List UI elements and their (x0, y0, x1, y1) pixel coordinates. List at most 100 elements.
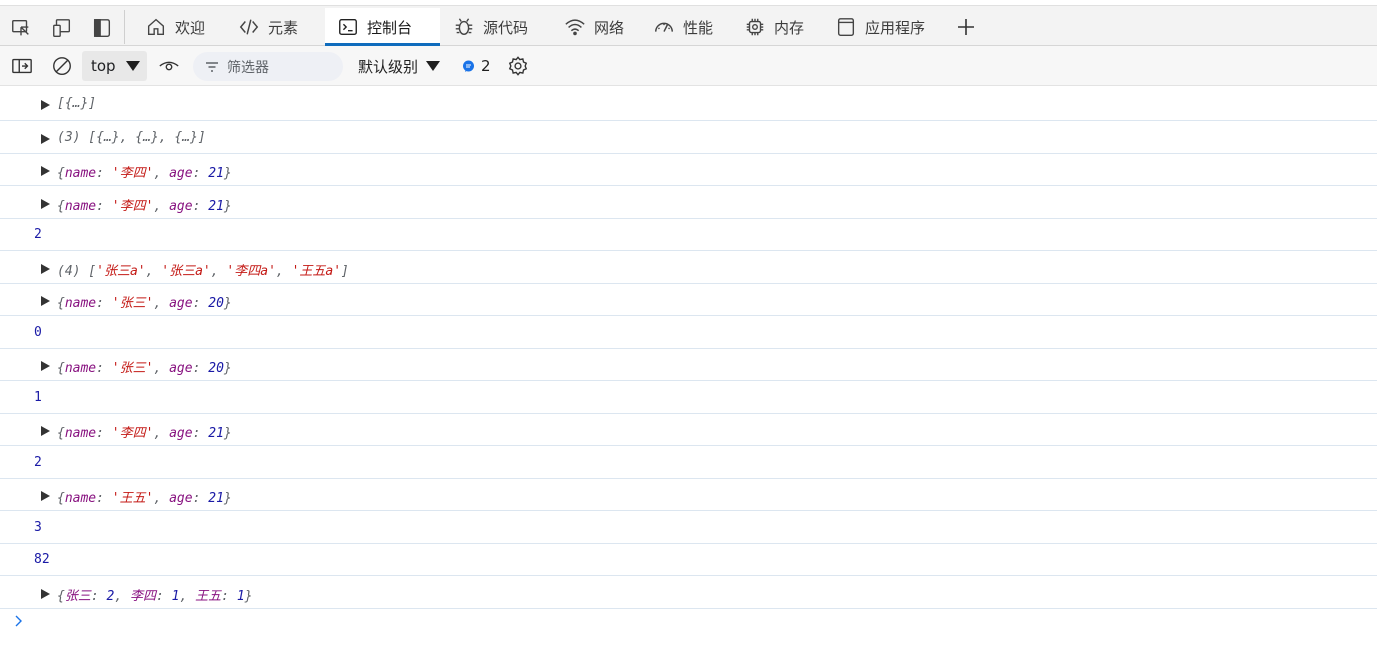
console-token: , (153, 361, 170, 376)
console-log-number: 82 (0, 544, 1377, 576)
console-log-object[interactable]: {name: '李四', age: 21} (0, 154, 1377, 186)
console-token: : (192, 491, 209, 506)
console-log-object[interactable]: (3) [{…}, {…}, {…}] (0, 121, 1377, 154)
expand-arrow-icon[interactable] (41, 491, 50, 501)
toggle-sidebar-icon[interactable] (10, 54, 34, 78)
console-log-object[interactable]: {name: '李四', age: 21} (0, 414, 1377, 446)
console-log-text: {name: '王五', age: 21} (57, 487, 232, 506)
inspect-element-icon[interactable] (9, 16, 33, 40)
console-token: '李四' (111, 426, 154, 441)
console-token: { (57, 166, 65, 181)
tab-network-label: 网络 (594, 18, 625, 37)
expand-arrow-icon[interactable] (41, 166, 50, 176)
console-log-text: {张三: 2, 李四: 1, 王五: 1} (57, 585, 252, 604)
console-token: ] (341, 264, 349, 279)
console-token: : (192, 166, 209, 181)
tab-sources[interactable]: 源代码 (441, 8, 551, 46)
console-settings-icon[interactable] (506, 54, 530, 78)
console-token: { (57, 296, 65, 311)
issues-count: 2 (481, 57, 491, 75)
log-levels-label: 默认级别 (358, 57, 419, 76)
clear-console-icon[interactable] (50, 54, 74, 78)
caret-down-icon (125, 61, 140, 71)
console-token: } (223, 166, 232, 181)
console-messages: [{…}] (3) [{…}, {…}, {…}] {name: '李四', age… (0, 86, 1377, 609)
console-log-text: {name: '李四', age: 21} (57, 162, 232, 181)
console-token: : (96, 361, 112, 376)
tab-application[interactable]: 应用程序 (823, 8, 941, 46)
tab-elements-label: 元素 (268, 18, 299, 37)
tab-welcome[interactable]: 欢迎 (133, 8, 225, 46)
console-log-text: {name: '李四', age: 21} (57, 422, 232, 441)
tab-performance[interactable]: 性能 (641, 8, 729, 46)
console-number-value: 2 (34, 227, 42, 242)
console-token: } (223, 296, 232, 311)
console-log-object[interactable]: {张三: 2, 李四: 1, 王五: 1} (0, 576, 1377, 609)
console-log-object[interactable]: [{…}] (0, 86, 1377, 121)
console-log-object[interactable]: {name: '李四', age: 21} (0, 186, 1377, 219)
console-token: name (64, 296, 97, 311)
console-token: } (223, 426, 232, 441)
filter-input[interactable]: 筛选器 (193, 52, 343, 81)
expand-arrow-icon[interactable] (41, 296, 50, 306)
log-levels-dropdown[interactable]: 默认级别 (358, 54, 441, 78)
context-selector-label: top (91, 57, 116, 75)
console-token: '王五' (111, 491, 154, 506)
console-number-value: 3 (34, 520, 42, 535)
filter-placeholder: 筛选器 (227, 59, 269, 76)
expand-arrow-icon[interactable] (41, 264, 50, 274)
console-number-value: 1 (34, 390, 42, 405)
bug-icon (455, 18, 473, 36)
console-token: : (96, 166, 112, 181)
expand-arrow-icon[interactable] (41, 199, 50, 209)
context-selector[interactable]: top (82, 51, 147, 81)
console-token: , (145, 264, 162, 279)
live-expression-eye-icon[interactable] (157, 54, 181, 78)
tab-console-label: 控制台 (367, 18, 413, 37)
expand-arrow-icon[interactable] (41, 361, 50, 371)
console-token: age (169, 199, 193, 214)
console-token: age (169, 296, 193, 311)
add-tab-icon[interactable] (954, 15, 978, 39)
tab-elements[interactable]: 元素 (226, 8, 321, 46)
expand-arrow-icon[interactable] (41, 100, 50, 110)
console-token: name (64, 361, 97, 376)
console-log-object[interactable]: {name: '张三', age: 20} (0, 349, 1377, 381)
dock-side-icon[interactable] (90, 16, 114, 40)
console-log-object[interactable]: {name: '王五', age: 21} (0, 479, 1377, 511)
tab-network[interactable]: 网络 (552, 8, 637, 46)
tab-memory[interactable]: 内存 (732, 8, 822, 46)
filter-icon (206, 61, 218, 72)
console-log-object[interactable]: {name: '张三', age: 20} (0, 284, 1377, 316)
console-log-number: 1 (0, 381, 1377, 414)
console-token: 张三 (64, 589, 91, 604)
console-prompt-icon[interactable] (14, 612, 24, 630)
expand-arrow-icon[interactable] (41, 426, 50, 436)
wifi-icon (565, 19, 585, 36)
console-token: : (221, 589, 237, 604)
console-token: , (153, 491, 170, 506)
console-token: , (153, 426, 170, 441)
console-token: : (192, 296, 209, 311)
console-token: '李四' (111, 199, 154, 214)
console-token: '张三a' (96, 264, 146, 279)
console-token: } (244, 589, 253, 604)
issues-counter[interactable]: 2 (462, 54, 491, 78)
console-token: { (57, 361, 65, 376)
window-icon (837, 18, 855, 36)
console-token: 20 (208, 296, 224, 311)
expand-arrow-icon[interactable] (41, 589, 50, 599)
tab-console[interactable]: 控制台 (325, 8, 440, 46)
tab-performance-label: 性能 (683, 18, 714, 37)
device-emulation-icon[interactable] (50, 16, 74, 40)
devtools-tab-bar: 欢迎 元素 控制台 源代码 网络 性能 内存 应用程序 (0, 0, 1377, 46)
console-token: age (169, 166, 193, 181)
console-number-value: 2 (34, 455, 42, 470)
console-token: } (223, 199, 232, 214)
expand-arrow-icon[interactable] (41, 134, 50, 144)
console-token: 21 (208, 491, 224, 506)
console-log-object[interactable]: (4) ['张三a', '张三a', '李四a', '王五a'] (0, 251, 1377, 284)
tab-welcome-label: 欢迎 (175, 18, 206, 37)
console-token: , (179, 589, 196, 604)
console-token: '李四' (111, 166, 154, 181)
